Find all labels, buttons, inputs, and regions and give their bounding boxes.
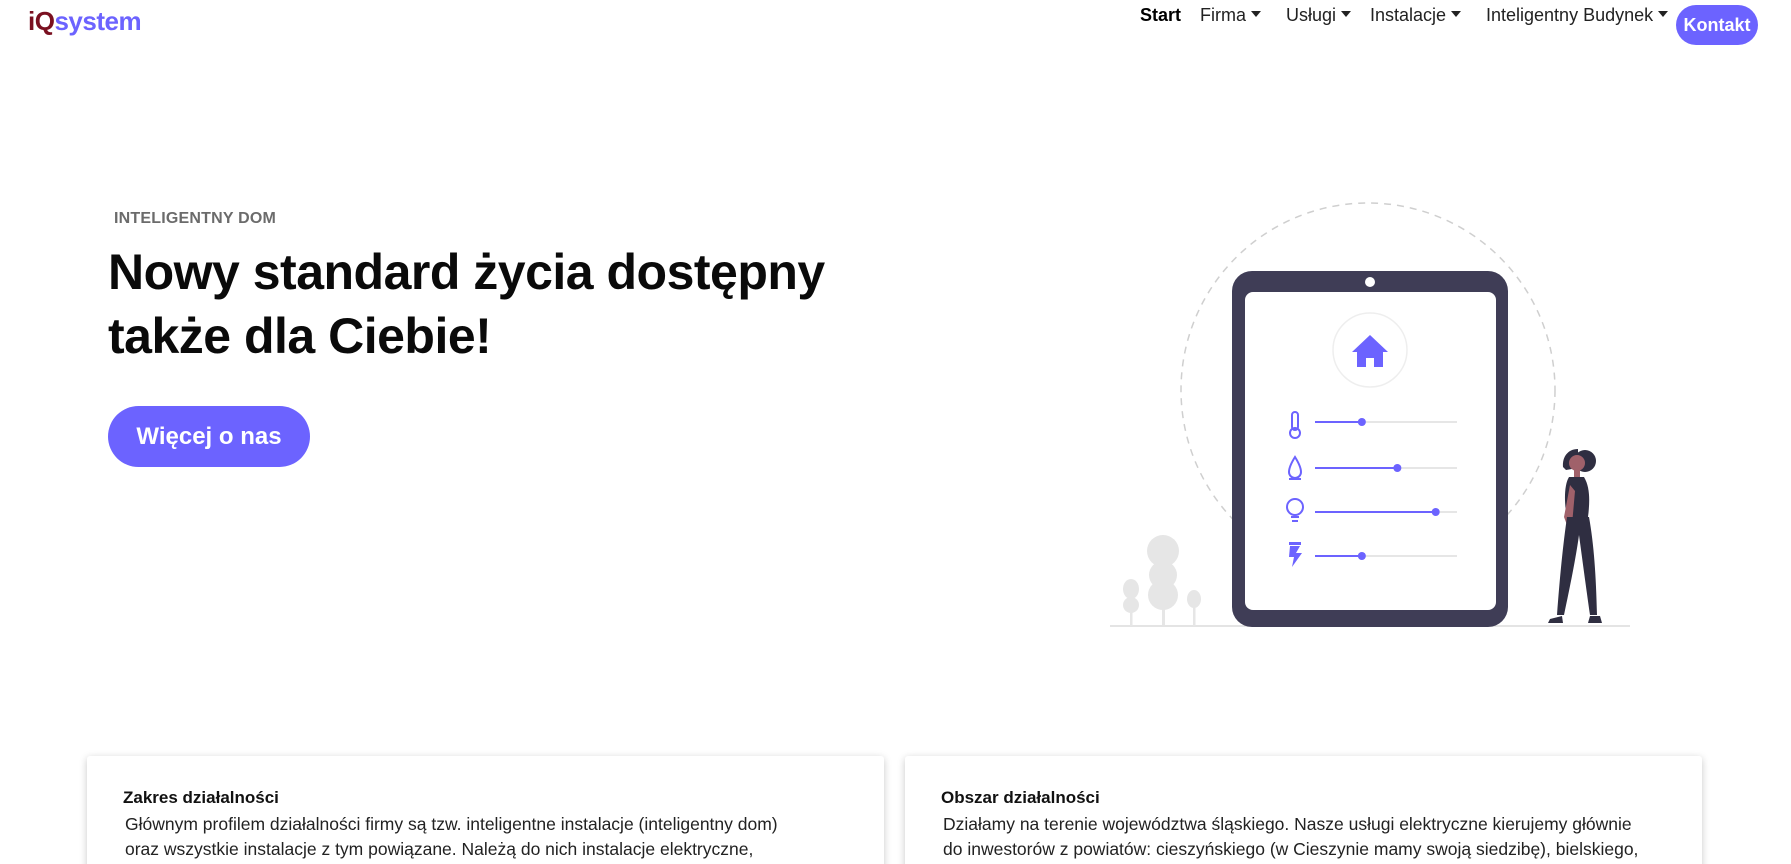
nav-start[interactable]: Start [1140, 0, 1181, 34]
nav-firma[interactable]: Firma [1200, 0, 1261, 34]
chevron-down-icon [1451, 11, 1462, 18]
card-scope-line2: oraz wszystkie instalacje z tym powiązan… [125, 839, 754, 859]
chevron-down-icon [1251, 11, 1261, 18]
nav-inteligentny-budynek-label: Inteligentny Budynek [1486, 5, 1654, 25]
hero-headline-line1: Nowy standard życia dostępny [108, 244, 825, 300]
card-area-text: Działamy na terenie województwa śląskieg… [943, 812, 1683, 862]
hero-eyebrow: INTELIGENTNY DOM [114, 210, 277, 227]
nav-uslugi-label: Usługi [1286, 5, 1337, 25]
nav-uslugi[interactable]: Usługi [1286, 0, 1352, 34]
humidity-slider-knob [1393, 464, 1402, 472]
chevron-down-icon [1341, 11, 1352, 18]
nav-start-label: Start [1140, 5, 1182, 25]
person-illustration [1548, 449, 1602, 623]
tablet-camera [1365, 277, 1375, 287]
energy-slider-knob [1357, 552, 1366, 560]
card-scope-title: Zakres działalności [123, 788, 279, 807]
more-about-us-button[interactable]: Więcej o nas [108, 406, 310, 467]
nav-firma-label: Firma [1200, 5, 1246, 25]
nav-inteligentny-budynek[interactable]: Inteligentny Budynek [1486, 0, 1669, 34]
smart-home-illustration [1110, 202, 1630, 627]
hero-headline-line2: także dla Ciebie! [108, 308, 492, 364]
card-scope-text: Głównym profilem działalności firmy są t… [125, 812, 865, 862]
chevron-down-icon [1658, 11, 1669, 18]
card-area-line2: do inwestorów z powiatów: cieszyńskiego … [943, 839, 1639, 859]
nav-instalacje[interactable]: Instalacje [1370, 0, 1462, 34]
logo-part1: iQ [28, 6, 55, 36]
card-scope: Zakres działalności Głównym profilem dzi… [87, 756, 884, 864]
card-area-title: Obszar działalności [941, 788, 1100, 807]
card-area: Obszar działalności Działamy na terenie … [905, 756, 1702, 864]
card-area-line1: Działamy na terenie województwa śląskieg… [943, 814, 1632, 834]
temperature-slider-knob [1357, 418, 1366, 426]
trees-decoration [1123, 535, 1201, 626]
site-header: iQsystem Start Firma Usługi Instalacje I… [0, 0, 1791, 48]
hero-headline: Nowy standard życia dostępny także dla C… [108, 240, 928, 368]
logo[interactable]: iQsystem [28, 6, 142, 37]
card-scope-line1: Głównym profilem działalności firmy są t… [125, 814, 778, 834]
light-slider-knob [1431, 508, 1440, 516]
contact-button[interactable]: Kontakt [1676, 5, 1758, 45]
logo-part2: system [54, 6, 142, 36]
nav-instalacje-label: Instalacje [1370, 5, 1447, 25]
